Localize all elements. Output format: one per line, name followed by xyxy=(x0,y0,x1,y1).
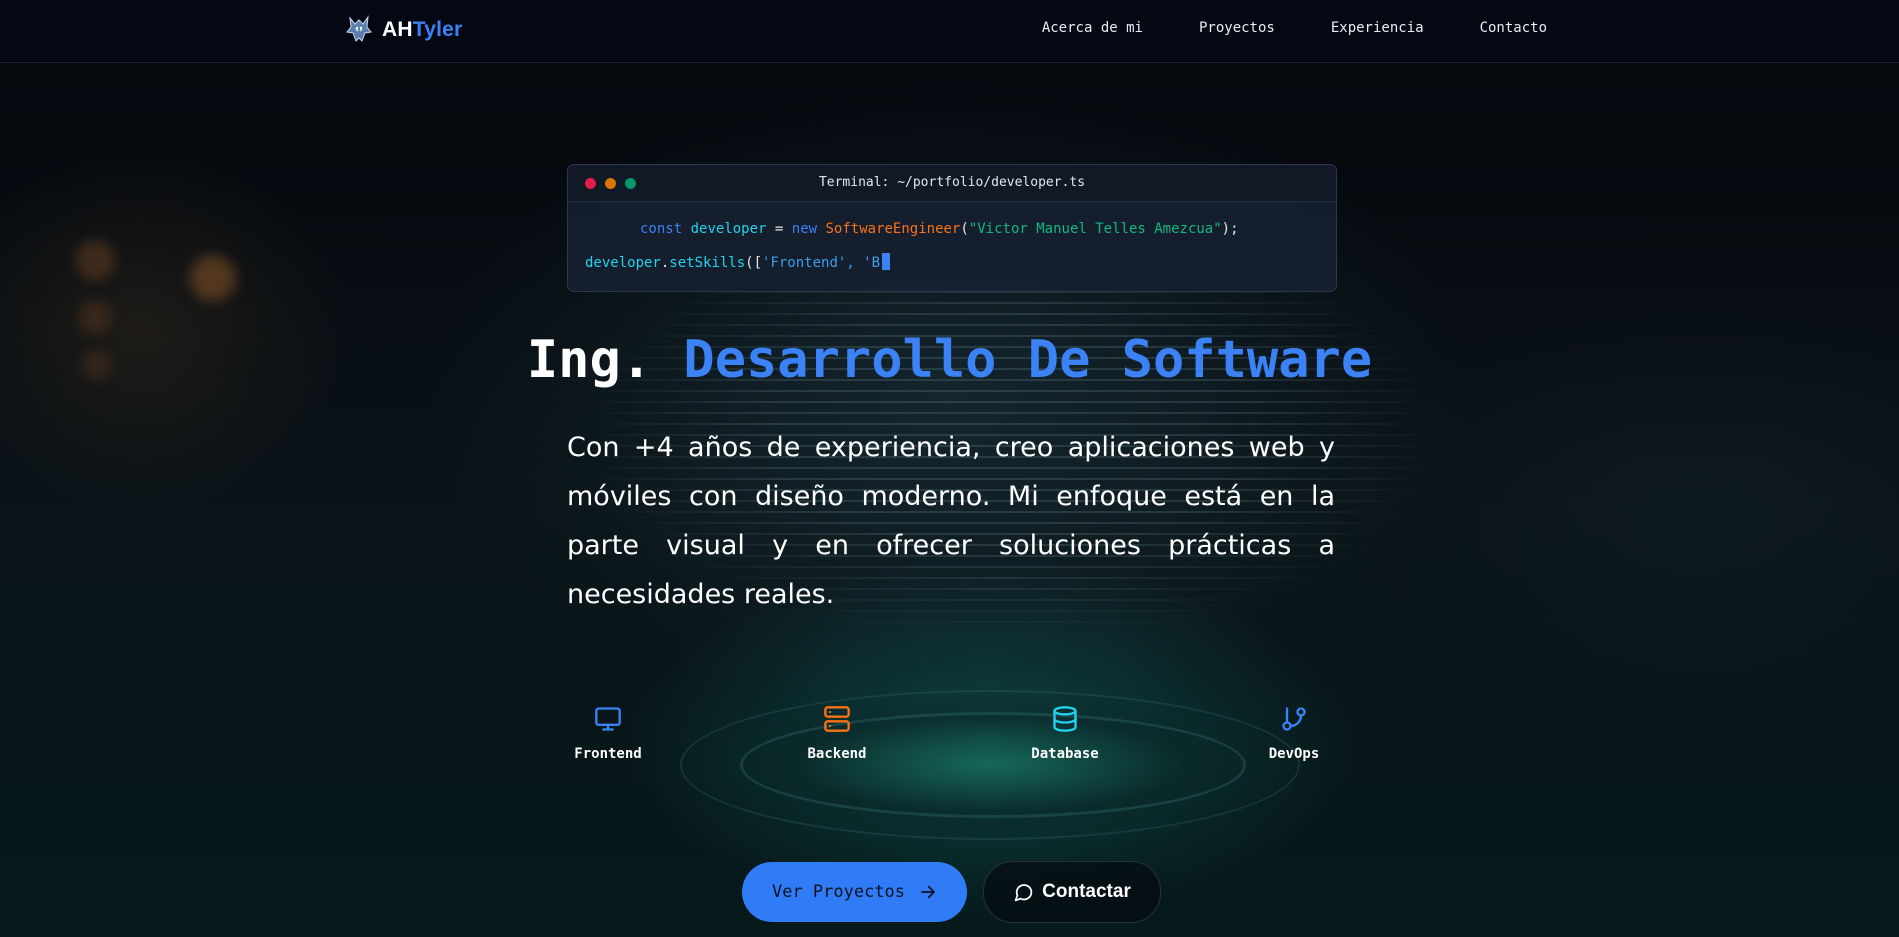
git-branch-icon xyxy=(1282,707,1306,731)
brand-name: AHTyler xyxy=(382,18,462,42)
ver-proyectos-label: Ver Proyectos xyxy=(771,882,906,902)
brand-name-part1: AH xyxy=(382,18,413,41)
skill-label: Backend xyxy=(807,746,867,762)
background-bokeh-light xyxy=(190,255,236,301)
skill-database: Database xyxy=(995,705,1135,762)
page: AHTyler Acerca de mi Proyectos Experienc… xyxy=(0,0,1899,937)
hero-description: Con +4 años de experiencia, creo aplicac… xyxy=(567,432,1335,610)
nav-link-proyectos[interactable]: Proyectos xyxy=(1199,20,1275,36)
background-bokeh-light xyxy=(78,300,112,334)
code-token: developer xyxy=(690,221,767,237)
hero-title-part2: Desarrollo De Software xyxy=(683,330,1373,390)
contactar-button[interactable]: Contactar xyxy=(983,861,1161,923)
code-line-2: developer.setSkills(['Frontend', 'B xyxy=(585,253,891,271)
database-icon xyxy=(1053,706,1077,732)
terminal-window: Terminal: ~/portfolio/developer.ts const… xyxy=(567,164,1337,292)
skill-devops: DevOps xyxy=(1224,705,1364,762)
skill-label: Frontend xyxy=(574,746,642,762)
code-token: setSkills xyxy=(669,255,746,271)
navbar: AHTyler Acerca de mi Proyectos Experienc… xyxy=(0,0,1899,63)
nav-link-acerca[interactable]: Acerca de mi xyxy=(1042,20,1143,36)
brand-logo-link[interactable]: AHTyler xyxy=(344,12,462,48)
brand-name-part2: Tyler xyxy=(412,18,463,41)
code-token: SoftwareEngineer xyxy=(825,221,961,237)
code-token: ( xyxy=(960,221,969,237)
nav-link-experiencia[interactable]: Experiencia xyxy=(1331,20,1424,36)
contactar-label: Contactar xyxy=(1042,881,1131,902)
terminal-header: Terminal: ~/portfolio/developer.ts xyxy=(568,165,1336,202)
background-bokeh-light xyxy=(75,240,115,280)
arrow-right-icon xyxy=(921,885,935,899)
server-icon xyxy=(824,706,850,732)
skill-label: DevOps xyxy=(1268,746,1320,762)
code-line-1: const developer = new SoftwareEngineer("… xyxy=(640,221,1239,237)
code-token: ); xyxy=(1221,221,1239,237)
code-token: ([ xyxy=(745,255,763,271)
nav-link-contacto[interactable]: Contacto xyxy=(1480,20,1547,36)
hero-title-part1: Ing. xyxy=(526,330,653,390)
skill-frontend: Frontend xyxy=(538,705,678,762)
skill-backend: Backend xyxy=(767,705,907,762)
ver-proyectos-button[interactable]: Ver Proyectos xyxy=(742,862,967,922)
code-token: new xyxy=(791,221,818,237)
code-token: "Victor Manuel Telles Amezcua" xyxy=(968,221,1222,237)
terminal-title: Terminal: ~/portfolio/developer.ts xyxy=(818,175,1086,190)
hero-title: Ing. Desarrollo De Software xyxy=(0,330,1899,390)
wolf-logo-icon xyxy=(346,15,372,42)
code-token: 'Frontend', 'B xyxy=(762,255,881,271)
code-token: developer xyxy=(585,255,661,271)
nav-links: Acerca de mi Proyectos Experiencia Conta… xyxy=(1042,20,1547,36)
code-token: const xyxy=(640,221,683,237)
terminal-cursor xyxy=(882,253,891,270)
skill-label: Database xyxy=(1031,746,1099,762)
monitor-icon xyxy=(595,707,621,731)
code-token: = xyxy=(774,221,784,237)
message-circle-icon xyxy=(1014,883,1033,901)
